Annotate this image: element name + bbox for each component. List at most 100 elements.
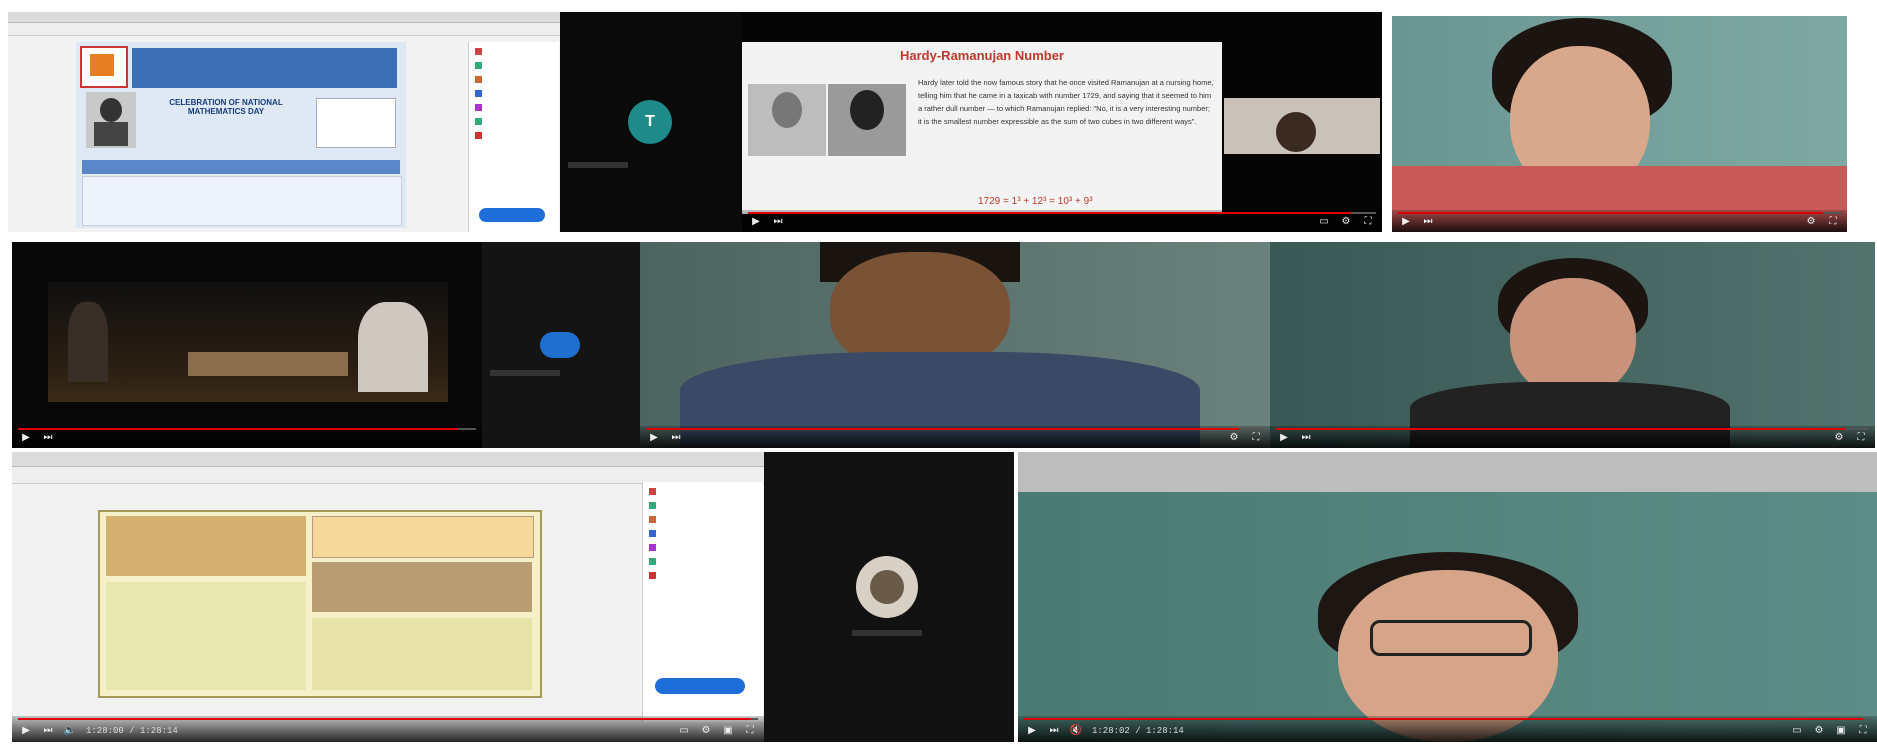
settings-icon[interactable]: ⚙ [1833, 432, 1845, 443]
progress-bar[interactable] [748, 212, 1376, 214]
pdf-info-box [316, 98, 396, 148]
participant-name [568, 162, 628, 168]
subtitles-icon[interactable]: ▭ [1791, 725, 1803, 736]
ramanujan-photo [828, 84, 906, 156]
subtitles-icon[interactable]: ▭ [1318, 216, 1330, 227]
fullscreen-icon[interactable]: ⛶ [744, 725, 756, 736]
tool-item[interactable] [649, 500, 757, 510]
progress-bar[interactable] [18, 428, 476, 430]
tool-item[interactable] [475, 74, 553, 84]
video-controls: ▶ ⏭ 🔇 1:28:02 / 1:28:14 ▭ ⚙ ▣ ⛶ [1018, 716, 1877, 742]
video-controls: ▶ ⏭ [12, 426, 482, 448]
video-tile-pdf-society[interactable]: ▶ ⏭ 🔈 1:28:00 / 1:28:14 ▭ ⚙ ▣ ⛶ [12, 452, 764, 742]
tool-item[interactable] [475, 102, 553, 112]
volume-icon[interactable]: 🔇 [1070, 725, 1082, 736]
pdf-heading: CELEBRATION OF NATIONAL MATHEMATICS DAY [169, 98, 283, 116]
tool-item[interactable] [649, 514, 757, 524]
institute-logo [80, 46, 128, 88]
pdf-right-column [312, 618, 532, 690]
settings-icon[interactable]: ⚙ [1813, 725, 1825, 736]
ceiling-wall [1018, 452, 1877, 492]
tool-item[interactable] [475, 60, 553, 70]
settings-icon[interactable]: ⚙ [1228, 432, 1240, 443]
video-controls: ▶ ⏭ ▭ ⚙ ⛶ [742, 210, 1382, 232]
next-icon[interactable]: ⏭ [42, 725, 54, 736]
progress-bar[interactable] [1276, 428, 1869, 430]
next-icon[interactable]: ⏭ [1048, 725, 1060, 736]
participant-name [490, 370, 560, 376]
play-icon[interactable]: ▶ [20, 432, 32, 443]
progress-bar[interactable] [646, 428, 1264, 430]
pdf-banner [312, 516, 534, 558]
webcam-tile-speaker-2[interactable]: ▶ ⏭ ⚙ ⛶ [1270, 242, 1875, 448]
participant-tile-t[interactable]: T [560, 12, 742, 232]
miniplayer-icon[interactable]: ▣ [1835, 725, 1847, 736]
fullscreen-icon[interactable]: ⛶ [1827, 216, 1839, 227]
progress-bar[interactable] [1398, 212, 1841, 214]
pdf-page: CELEBRATION OF NATIONAL MATHEMATICS DAY [76, 42, 406, 228]
tool-item[interactable] [649, 528, 757, 538]
hardy-photo [748, 84, 826, 156]
tool-item[interactable] [475, 46, 553, 56]
tool-item[interactable] [649, 556, 757, 566]
webcam-tile-speaker-1[interactable]: ▶ ⏭ ⚙ ⛶ [1392, 16, 1847, 232]
browser-tabbar [12, 452, 764, 467]
glasses [1370, 620, 1532, 656]
settings-icon[interactable]: ⚙ [1340, 216, 1352, 227]
video-tile-movie-scene[interactable]: ▶ ⏭ [12, 242, 482, 448]
slide-title: Hardy-Ramanujan Number [900, 48, 1064, 63]
webcam-tile-student[interactable]: ▶ ⏭ ⚙ ⛶ [640, 242, 1270, 448]
next-icon[interactable]: ⏭ [670, 432, 682, 443]
tool-item[interactable] [475, 130, 553, 140]
play-icon[interactable]: ▶ [1026, 725, 1038, 736]
browser-toolbar [8, 23, 560, 36]
pdf-tools-panel [468, 42, 559, 232]
participant-avatar [856, 556, 918, 618]
webcam-tile-speaker-3[interactable]: ▶ ⏭ 🔇 1:28:02 / 1:28:14 ▭ ⚙ ▣ ⛶ [1018, 452, 1877, 742]
fullscreen-icon[interactable]: ⛶ [1362, 216, 1374, 227]
video-tile-pdf-celebration[interactable]: CELEBRATION OF NATIONAL MATHEMATICS DAY [8, 12, 560, 232]
volume-icon[interactable]: 🔈 [64, 725, 76, 736]
pdf-action-button[interactable] [479, 208, 545, 222]
next-icon[interactable]: ⏭ [772, 216, 784, 227]
next-icon[interactable]: ⏭ [1300, 432, 1312, 443]
time-display: 1:28:00 / 1:28:14 [86, 725, 178, 736]
fullscreen-icon[interactable]: ⛶ [1855, 432, 1867, 443]
pdf-action-button[interactable] [655, 678, 745, 694]
tool-item[interactable] [475, 116, 553, 126]
slide-body-text: Hardy later told the now famous story th… [918, 78, 1214, 126]
tool-item[interactable] [649, 486, 757, 496]
play-icon[interactable]: ▶ [1278, 432, 1290, 443]
video-controls: ▶ ⏭ 🔈 1:28:00 / 1:28:14 ▭ ⚙ ▣ ⛶ [12, 716, 764, 742]
video-controls: ▶ ⏭ ⚙ ⛶ [1270, 426, 1875, 448]
tool-item[interactable] [649, 542, 757, 552]
pdf-banner [132, 48, 397, 88]
presentation-slide: Hardy-Ramanujan Number Hardy later told … [742, 42, 1222, 214]
pdf-tools-panel [642, 482, 763, 722]
play-icon[interactable]: ▶ [648, 432, 660, 443]
next-icon[interactable]: ⏭ [1422, 216, 1434, 227]
subtitles-icon[interactable]: ▭ [678, 725, 690, 736]
pdf-table-header [82, 160, 400, 174]
play-icon[interactable]: ▶ [20, 725, 32, 736]
pdf-page [98, 510, 542, 698]
play-icon[interactable]: ▶ [750, 216, 762, 227]
video-controls: ▶ ⏭ ⚙ ⛶ [1392, 210, 1847, 232]
progress-bar[interactable] [18, 718, 758, 720]
speaker-face [1510, 278, 1636, 398]
participant-tile-blue[interactable] [482, 242, 640, 448]
pdf-table-body [82, 176, 402, 226]
fullscreen-icon[interactable]: ⛶ [1857, 725, 1869, 736]
tool-item[interactable] [649, 570, 757, 580]
tool-item[interactable] [475, 88, 553, 98]
progress-bar[interactable] [1024, 718, 1871, 720]
fullscreen-icon[interactable]: ⛶ [1250, 432, 1262, 443]
browser-tabbar [8, 12, 560, 23]
video-tile-slide[interactable]: Hardy-Ramanujan Number Hardy later told … [742, 12, 1382, 232]
next-icon[interactable]: ⏭ [42, 432, 54, 443]
settings-icon[interactable]: ⚙ [1805, 216, 1817, 227]
participant-tile-photo[interactable] [764, 452, 1014, 742]
play-icon[interactable]: ▶ [1400, 216, 1412, 227]
miniplayer-icon[interactable]: ▣ [722, 725, 734, 736]
settings-icon[interactable]: ⚙ [700, 725, 712, 736]
